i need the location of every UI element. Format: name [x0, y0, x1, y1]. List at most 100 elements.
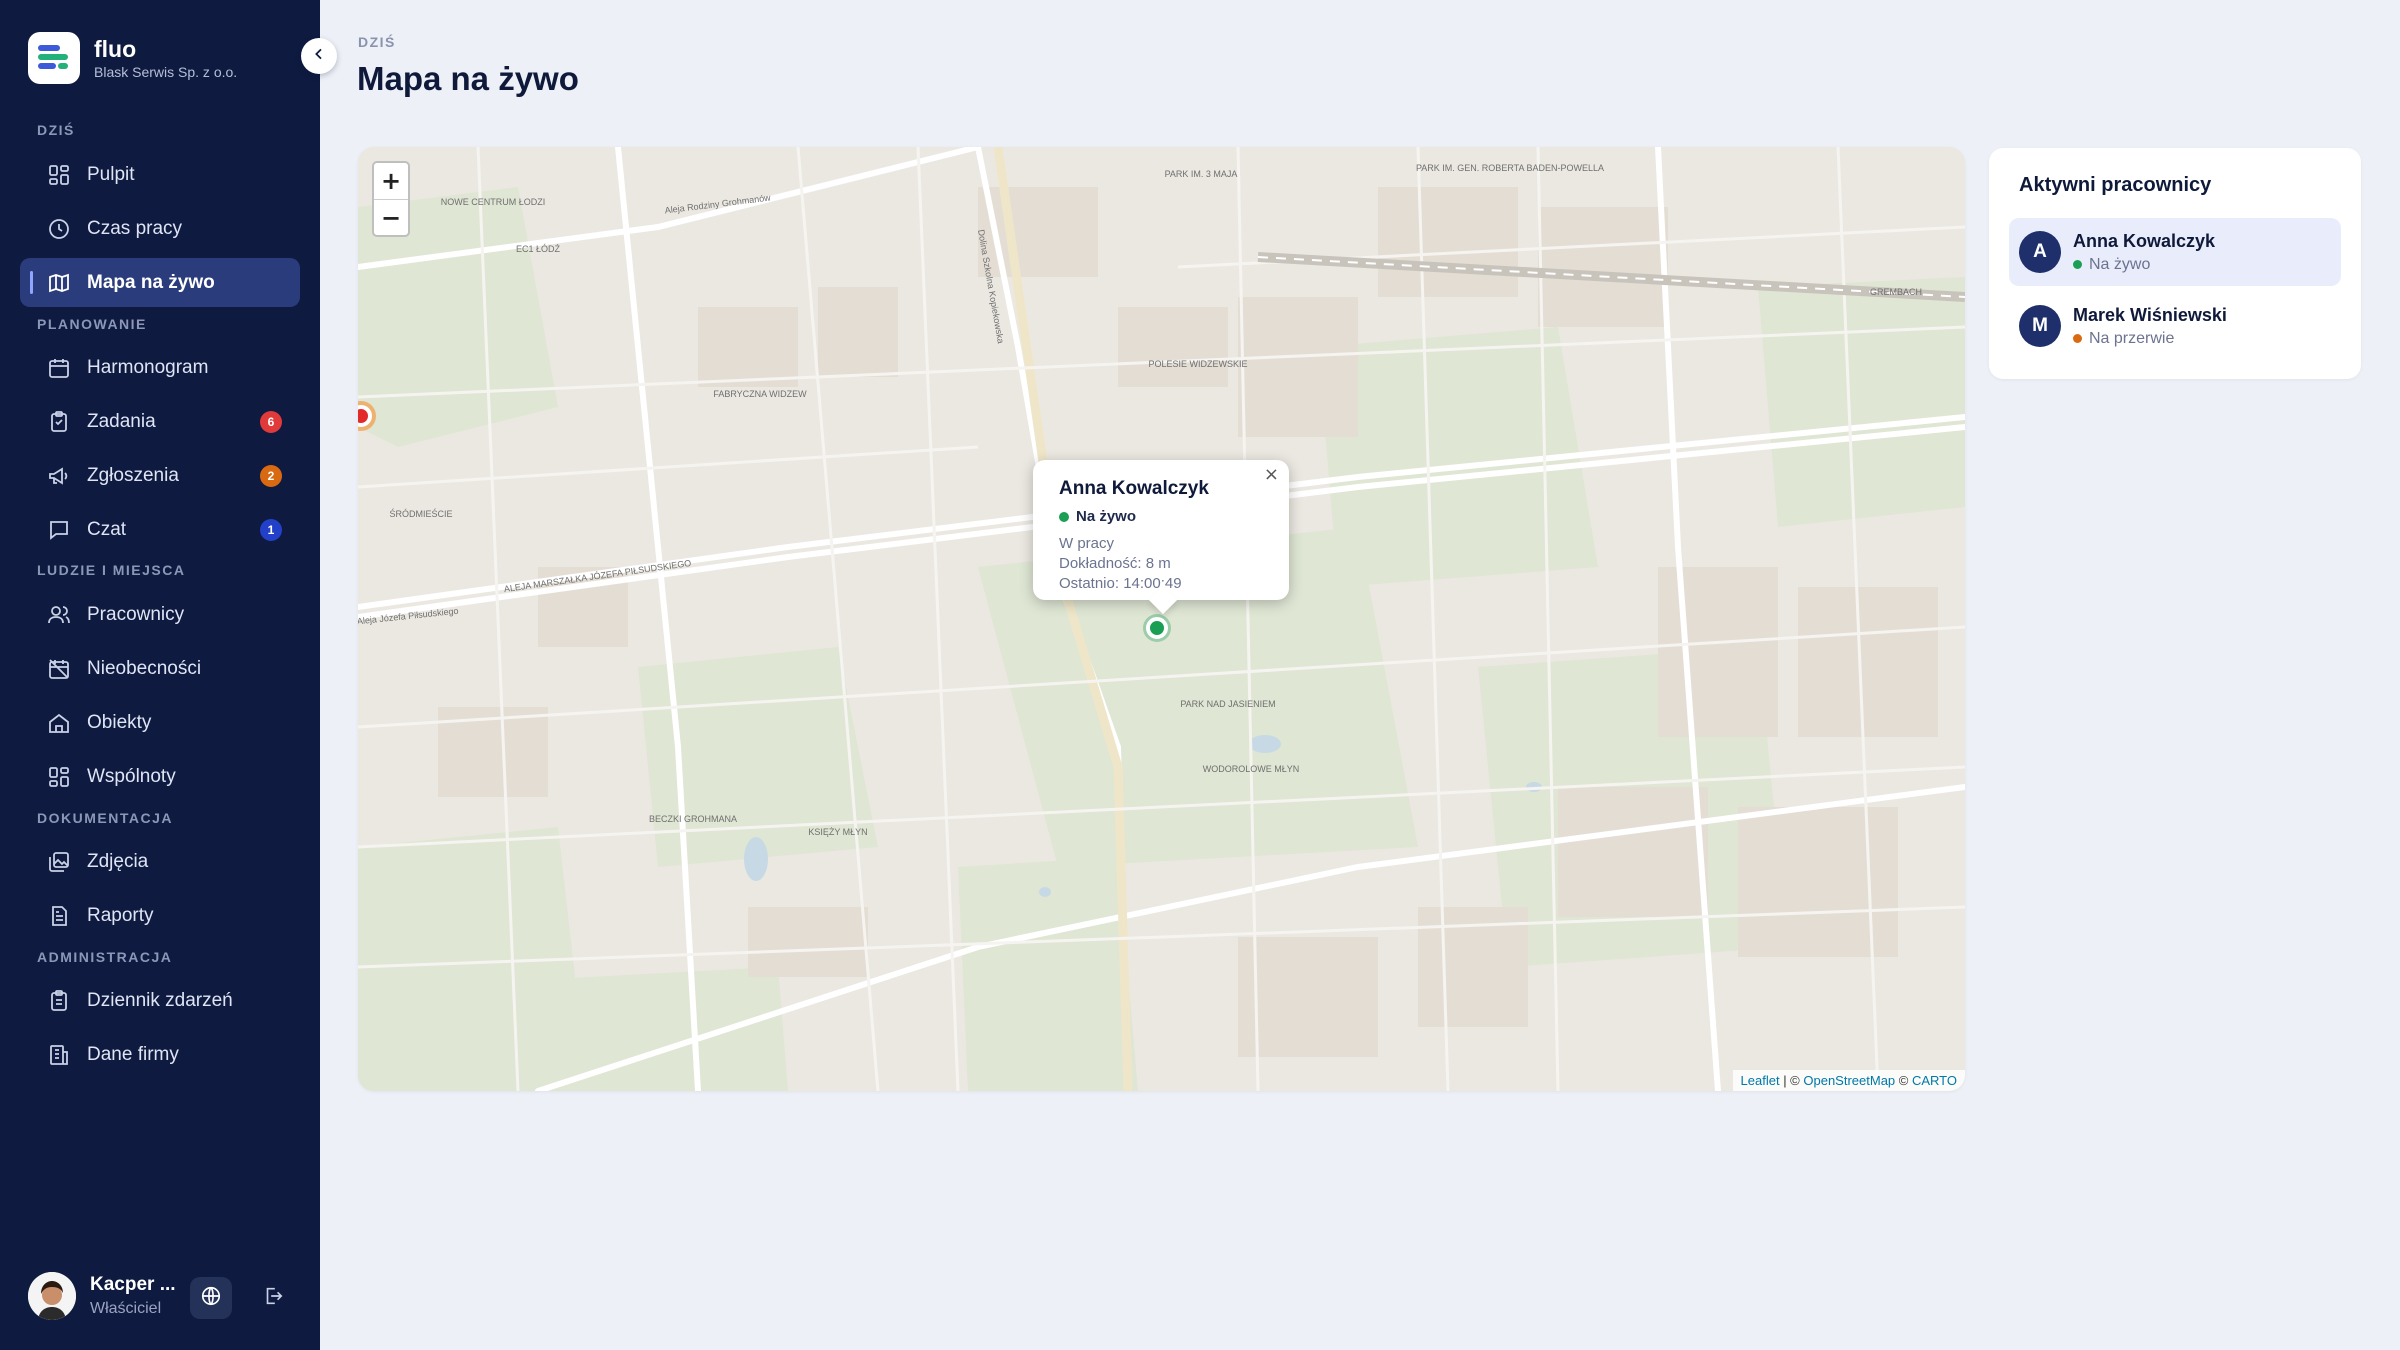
tasks-count-badge: 6: [260, 411, 282, 433]
employee-popup: × Anna Kowalczyk Na żywo W pracy Dokładn…: [1033, 460, 1289, 600]
section-label-administration: ADMINISTRACJA: [37, 949, 173, 965]
sidebar-item-label: Dziennik zdarzeń: [87, 989, 233, 1011]
map-place-label: ŚRÓDMIEŚCIE: [389, 508, 452, 519]
megaphone-icon: [46, 463, 72, 489]
user-name: Kacper ...: [90, 1274, 176, 1295]
sidebar-item-zadania[interactable]: Zadania 6: [20, 397, 300, 446]
calendar-icon: [46, 355, 72, 381]
company-name: Blask Serwis Sp. z o.o.: [94, 64, 238, 80]
sidebar-item-label: Dane firmy: [87, 1043, 179, 1065]
live-map[interactable]: NOWE CENTRUM ŁODZI EC1 ŁÓDŹ FABRYCZNA WIDZ…: [358, 147, 1965, 1091]
brand-name: fluo: [94, 36, 137, 62]
brand[interactable]: fluo Blask Serwis Sp. z o.o.: [28, 32, 237, 84]
sidebar-item-pulpit[interactable]: Pulpit: [20, 150, 300, 199]
sidebar-item-wspolnoty[interactable]: Wspólnoty: [20, 752, 300, 801]
map-place-label: KSIĘŻY MŁYN: [808, 827, 867, 837]
leaflet-link[interactable]: Leaflet: [1741, 1073, 1780, 1088]
sidebar-item-zgloszenia[interactable]: Zgłoszenia 2: [20, 451, 300, 500]
images-icon: [46, 849, 72, 875]
clock-icon: [46, 216, 72, 242]
zoom-in-button[interactable]: +: [374, 163, 408, 199]
popup-status-label: Na żywo: [1076, 508, 1137, 525]
map-place-label: PARK NAD JASIENIEM: [1180, 699, 1275, 709]
sidebar-item-label: Nieobecności: [87, 657, 202, 679]
popup-last-seen: Ostatnio: 14:00:49: [1059, 575, 1182, 592]
status-dot-icon: [2073, 334, 2082, 343]
map-place-label: WODOROLOWE MŁYN: [1203, 764, 1300, 774]
sidebar-item-label: Harmonogram: [87, 356, 209, 378]
map-place-label: PARK IM. GEN. ROBERTA BADEN-POWELLA: [1416, 163, 1604, 173]
building-icon: [46, 1042, 72, 1068]
zoom-controls: + −: [372, 161, 410, 237]
page-title: Mapa na żywo: [357, 60, 579, 97]
calendar-off-icon: [46, 656, 72, 682]
sidebar-item-label: Zdjęcia: [87, 850, 149, 872]
user-profile[interactable]: Kacper ... Właściciel: [28, 1272, 176, 1320]
sidebar-item-harmonogram[interactable]: Harmonogram: [20, 343, 300, 392]
map-place-label: NOWE CENTRUM ŁODZI: [441, 197, 546, 207]
sidebar-item-label: Czat: [87, 518, 127, 540]
map-place-label: FABRYCZNA WIDZEW: [713, 389, 807, 399]
sidebar-item-pracownicy[interactable]: Pracownicy: [20, 590, 300, 639]
chat-count-badge: 1: [260, 519, 282, 541]
worker-status: Na żywo: [2073, 256, 2215, 274]
osm-link[interactable]: OpenStreetMap: [1803, 1073, 1895, 1088]
logout-button[interactable]: [252, 1277, 294, 1319]
sidebar-item-dziennik-zdarzen[interactable]: Dziennik zdarzeń: [20, 976, 300, 1025]
avatar: [28, 1272, 76, 1320]
sidebar-item-label: Zgłoszenia: [87, 464, 179, 486]
clipboard-icon: [46, 409, 72, 435]
report-icon: [46, 903, 72, 929]
attribution-separator: | ©: [1779, 1073, 1804, 1088]
home-icon: [46, 710, 72, 736]
sidebar-item-czat[interactable]: Czat 1: [20, 505, 300, 554]
popup-work-state: W pracy: [1059, 535, 1115, 552]
employee-marker-anna[interactable]: [1146, 617, 1168, 639]
globe-icon: [200, 1285, 222, 1312]
worker-name: Marek Wiśniewski: [2073, 304, 2227, 325]
sidebar-item-dane-firmy[interactable]: Dane firmy: [20, 1030, 300, 1079]
chevron-left-icon: [311, 46, 327, 67]
worker-item-marek[interactable]: M Marek Wiśniewski Na przerwie: [2009, 292, 2341, 360]
fluo-logo: [28, 32, 80, 84]
reports-count-badge: 2: [260, 465, 282, 487]
clipboard-list-icon: [46, 988, 72, 1014]
worker-avatar: M: [2019, 305, 2061, 347]
sidebar-item-label: Pulpit: [87, 163, 135, 185]
attribution-separator: ©: [1895, 1073, 1912, 1088]
breadcrumb: DZIŚ: [358, 34, 396, 50]
section-label-documentation: DOKUMENTACJA: [37, 810, 173, 826]
zoom-out-button[interactable]: −: [374, 199, 408, 235]
language-button[interactable]: [190, 1277, 232, 1319]
sidebar-item-zdjecia[interactable]: Zdjęcia: [20, 837, 300, 886]
panel-title: Aktywni pracownicy: [2019, 174, 2212, 196]
carto-link[interactable]: CARTO: [1912, 1073, 1957, 1088]
sidebar-item-label: Zadania: [87, 410, 156, 432]
sidebar-item-label: Raporty: [87, 904, 154, 926]
worker-status-label: Na przerwie: [2089, 329, 2175, 347]
worker-item-anna[interactable]: A Anna Kowalczyk Na żywo: [2009, 218, 2341, 286]
map-place-label: PARK IM. 3 MAJA: [1165, 169, 1238, 179]
sidebar-item-czas-pracy[interactable]: Czas pracy: [20, 204, 300, 253]
worker-name: Anna Kowalczyk: [2073, 230, 2216, 251]
status-dot-icon: [2073, 260, 2082, 269]
map-place-label: EC1 ŁÓDŹ: [516, 244, 561, 254]
worker-status-label: Na żywo: [2089, 255, 2151, 273]
sidebar-item-raporty[interactable]: Raporty: [20, 891, 300, 940]
sidebar-item-obiekty[interactable]: Obiekty: [20, 698, 300, 747]
logout-icon: [262, 1285, 284, 1312]
worker-avatar: A: [2019, 231, 2061, 273]
collapse-sidebar-button[interactable]: [301, 38, 337, 74]
user-role: Właściciel: [90, 1300, 162, 1317]
section-label-people-places: LUDZIE I MIEJSCA: [37, 562, 186, 578]
map-place-label: BECZKI GROHMANA: [649, 814, 737, 824]
popup-status: Na żywo: [1059, 508, 1263, 525]
dashboard-icon: [46, 162, 72, 188]
section-label-planning: PLANOWANIE: [37, 316, 147, 332]
section-label-today: DZIŚ: [37, 122, 75, 138]
users-icon: [46, 602, 72, 628]
popup-close-button[interactable]: ×: [1264, 464, 1279, 485]
sidebar-item-mapa-na-zywo[interactable]: Mapa na żywo: [20, 258, 300, 307]
sidebar-item-nieobecnosci[interactable]: Nieobecności: [20, 644, 300, 693]
status-dot-icon: [1059, 511, 1069, 522]
